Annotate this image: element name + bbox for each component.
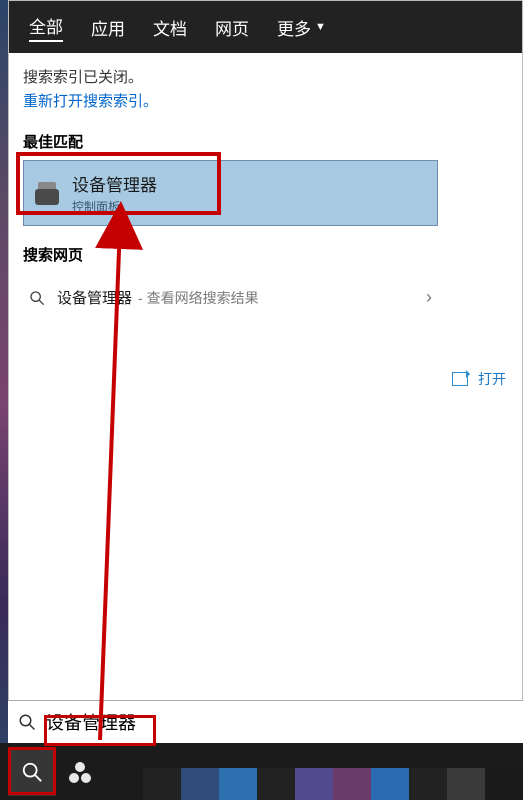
search-filter-tabs: 全部 应用 文档 网页 更多 ▼ [9, 1, 522, 53]
open-action[interactable]: 打开 [452, 369, 522, 389]
tab-more[interactable]: 更多 ▼ [277, 15, 326, 40]
web-search-hint: - 查看网络搜索结果 [138, 288, 259, 308]
results-body: 搜索索引已关闭。 重新打开搜索索引。 最佳匹配 设备管理器 控制面板 搜索网页 … [9, 53, 522, 701]
search-icon [29, 290, 45, 306]
chevron-right-icon: › [426, 287, 432, 308]
search-input[interactable] [46, 712, 446, 733]
tab-docs[interactable]: 文档 [153, 15, 187, 40]
tab-more-label: 更多 [277, 15, 311, 40]
reopen-index-link[interactable]: 重新打开搜索索引。 [23, 91, 508, 113]
section-search-web: 搜索网页 [23, 244, 508, 265]
tab-apps[interactable]: 应用 [91, 15, 125, 40]
best-match-subtitle: 控制面板 [72, 198, 157, 215]
start-search-panel: 全部 应用 文档 网页 更多 ▼ 搜索索引已关闭。 重新打开搜索索引。 最佳匹配… [8, 0, 523, 760]
best-match-text: 设备管理器 控制面板 [72, 171, 157, 215]
search-icon [18, 713, 36, 731]
chevron-down-icon: ▼ [315, 21, 326, 33]
taskbar-search-button[interactable] [8, 748, 56, 796]
taskbar [0, 743, 523, 800]
open-icon [452, 372, 468, 386]
taskbar-app-button[interactable] [56, 748, 104, 796]
details-pane: 打开 [452, 363, 522, 389]
tab-web[interactable]: 网页 [215, 15, 249, 40]
desktop-edge [0, 0, 8, 800]
section-best-match: 最佳匹配 [23, 131, 508, 152]
taskbar-apps-strip [143, 768, 523, 800]
tab-all[interactable]: 全部 [29, 13, 63, 42]
best-match-result[interactable]: 设备管理器 控制面板 [23, 160, 438, 226]
open-label: 打开 [478, 369, 506, 389]
best-match-title: 设备管理器 [72, 171, 157, 196]
web-search-result[interactable]: 设备管理器 - 查看网络搜索结果 › [23, 273, 438, 322]
index-off-notice: 搜索索引已关闭。 [23, 67, 508, 89]
search-input-bar[interactable] [8, 700, 523, 743]
web-search-term: 设备管理器 [57, 287, 132, 308]
device-manager-icon [34, 179, 62, 207]
